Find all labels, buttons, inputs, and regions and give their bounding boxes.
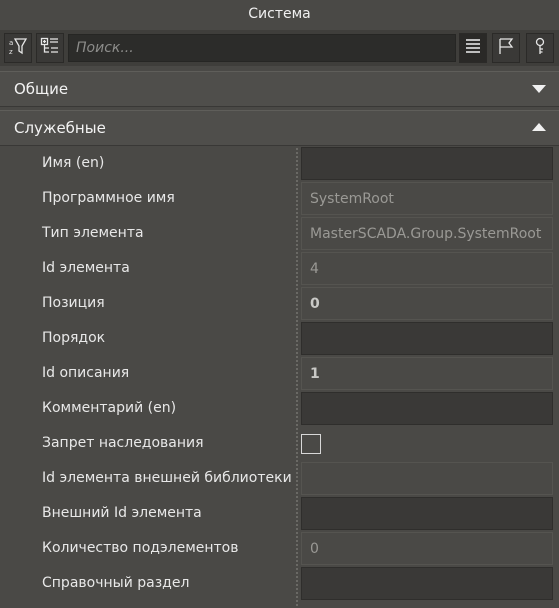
property-value-readonly: 1 [301,357,553,390]
toolbar: a z Поиск... [0,30,559,66]
property-label: Тип элемента [42,225,144,241]
property-value-readonly: 0 [301,287,553,320]
property-value-field[interactable] [301,322,553,355]
property-value-readonly: 0 [301,532,553,565]
property-label: Количество подэлементов [42,540,239,556]
section-service[interactable]: Служебные [0,110,559,146]
property-row: Запрет наследования [0,426,559,461]
property-label: Запрет наследования [42,435,204,451]
property-row: Программное имя SystemRoot [0,181,559,216]
property-row: Справочный раздел [0,566,559,601]
property-row: Количество подэлементов 0 [0,531,559,566]
property-row: Id элемента внешней библиотеки [0,461,559,496]
property-value-field[interactable] [301,147,553,180]
property-value-readonly [301,462,553,495]
property-value-readonly: MasterSCADA.Group.SystemRoot [301,217,553,250]
flag-icon [497,37,515,59]
property-label: Порядок [42,330,106,346]
property-row: Id элемента 4 [0,251,559,286]
property-row: Позиция 0 [0,286,559,321]
property-row: Комментарий (en) [0,391,559,426]
chevron-up-icon [531,121,547,137]
window-title: Система [0,0,559,30]
property-value-field[interactable] [301,497,553,530]
property-value-readonly: SystemRoot [301,182,553,215]
property-label: Программное имя [42,190,175,206]
property-label: Позиция [42,295,105,311]
section-general-label: Общие [14,80,69,98]
property-value-readonly: 4 [301,252,553,285]
key-icon [531,37,549,59]
search-input[interactable]: Поиск... [68,34,456,62]
svg-text:a: a [9,39,13,47]
property-label: Id элемента внешней библиотеки [42,470,292,486]
inheritance-lock-checkbox[interactable] [301,434,321,454]
property-row: Порядок [0,321,559,356]
property-label: Комментарий (en) [42,400,177,416]
expand-tree-button[interactable] [36,33,64,63]
chevron-down-icon [531,82,547,98]
property-value-field[interactable] [301,392,553,425]
list-view-icon [464,37,482,59]
property-value-field[interactable] [301,567,553,600]
property-row: Id описания 1 [0,356,559,391]
sort-filter-icon: a z [8,36,28,60]
key-button[interactable] [526,33,554,63]
property-label: Справочный раздел [42,575,190,591]
property-label: Внешний Id элемента [42,505,202,521]
property-row: Внешний Id элемента [0,496,559,531]
property-label: Имя (en) [42,155,105,171]
list-view-button[interactable] [459,33,487,63]
section-general[interactable]: Общие [0,71,559,107]
sort-filter-button[interactable]: a z [4,33,32,63]
property-label: Id элемента [42,260,130,276]
flag-button[interactable] [492,33,520,63]
property-row: Тип элемента MasterSCADA.Group.SystemRoo… [0,216,559,251]
section-service-label: Служебные [14,119,106,137]
property-row: Имя (en) [0,146,559,181]
property-label: Id описания [42,365,130,381]
expand-tree-icon [40,36,60,60]
svg-text:z: z [9,48,13,56]
